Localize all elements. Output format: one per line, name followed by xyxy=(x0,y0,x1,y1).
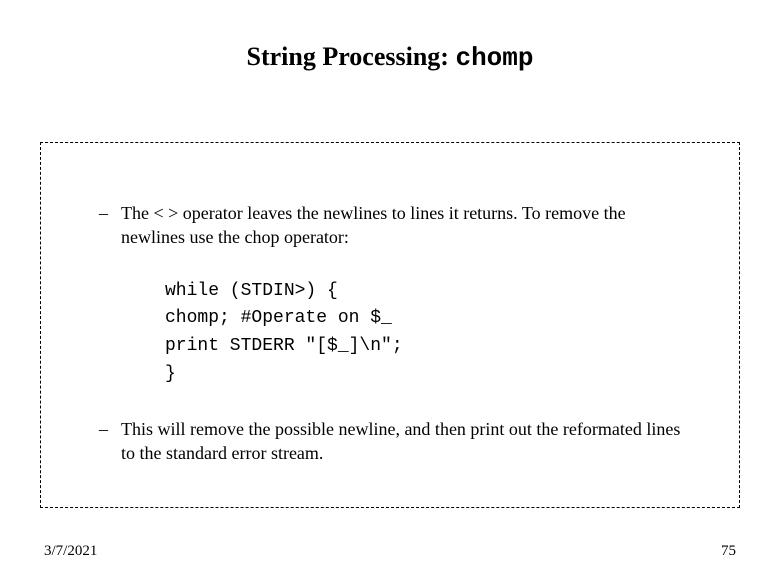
slide: String Processing: chomp – The < > opera… xyxy=(0,42,780,582)
bullet-dash: – xyxy=(99,417,121,466)
code-block: while (STDIN>) { chomp; #Operate on $_ p… xyxy=(165,278,711,390)
bullet-2-text: This will remove the possible newline, a… xyxy=(121,417,691,466)
bullet-2: – This will remove the possible newline,… xyxy=(99,417,691,466)
title-mono: chomp xyxy=(455,43,533,73)
code-line-4: } xyxy=(165,364,176,384)
bullet-1: – The < > operator leaves the newlines t… xyxy=(99,201,691,250)
footer-date: 3/7/2021 xyxy=(44,543,97,560)
bullet-1-text: The < > operator leaves the newlines to … xyxy=(121,201,691,250)
code-line-3: print STDERR "[$_]\n"; xyxy=(165,336,403,356)
footer-page: 75 xyxy=(721,543,736,560)
content-box: – The < > operator leaves the newlines t… xyxy=(40,142,740,508)
title-prefix: String Processing: xyxy=(247,42,456,71)
bullet-dash: – xyxy=(99,201,121,250)
footer: 3/7/2021 75 xyxy=(44,543,736,560)
slide-title: String Processing: chomp xyxy=(0,42,780,73)
code-line-2: chomp; #Operate on $_ xyxy=(165,308,392,328)
code-line-1: while (STDIN>) { xyxy=(165,281,338,301)
